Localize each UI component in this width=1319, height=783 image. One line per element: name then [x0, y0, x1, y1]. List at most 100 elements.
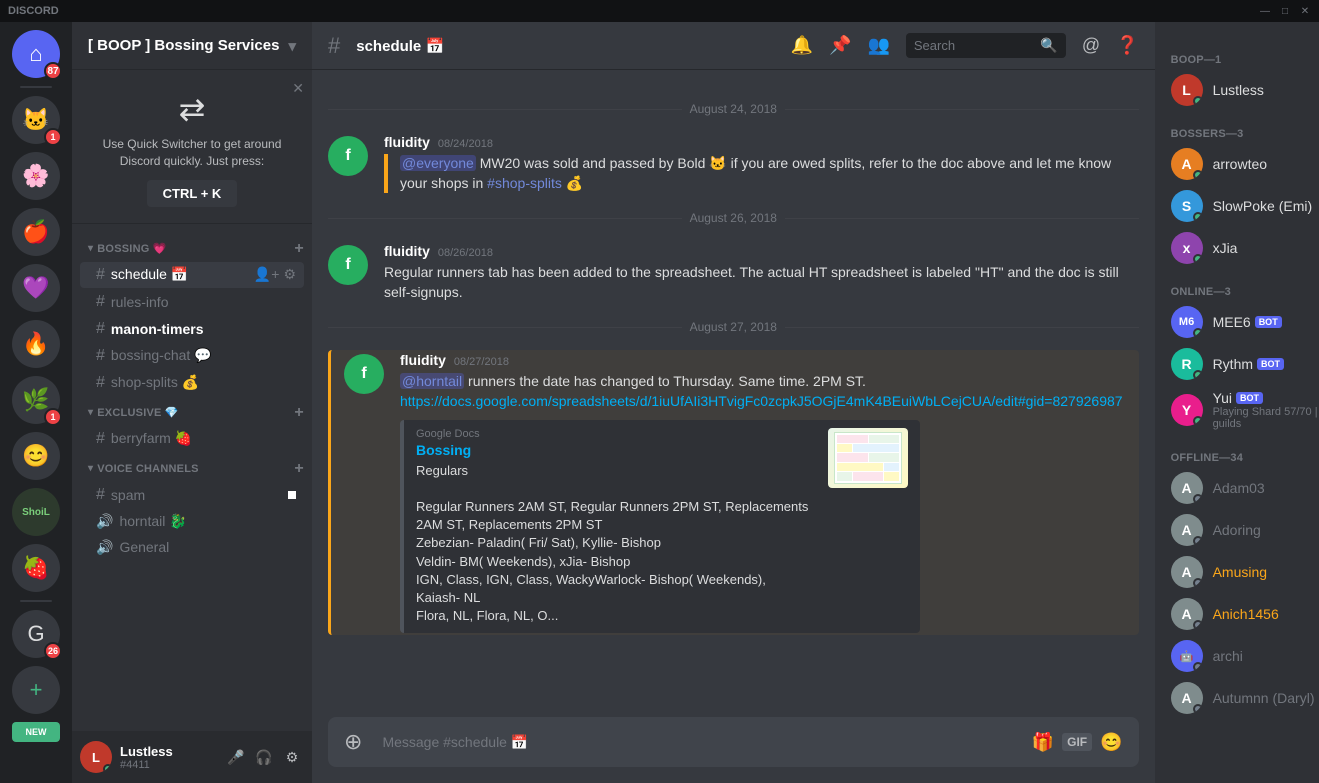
search-bar[interactable]: 🔍: [906, 33, 1066, 58]
member-avatar-rythm: R: [1171, 348, 1203, 380]
category-chevron-exclusive: ▾: [88, 407, 93, 418]
member-xjia[interactable]: x xJia: [1163, 228, 1319, 268]
member-arrowteo[interactable]: A arrowteo: [1163, 144, 1319, 184]
gif-button[interactable]: GIF: [1062, 733, 1092, 751]
unread-indicator: [288, 491, 296, 499]
qs-close-button[interactable]: ✕: [292, 80, 304, 97]
server-icon-6[interactable]: 🌿 1: [12, 376, 60, 424]
status-dot: [1193, 662, 1203, 672]
mic-button[interactable]: 🎤: [224, 745, 248, 769]
member-adoring[interactable]: A Adoring: [1163, 510, 1319, 550]
member-autumnn[interactable]: A Autumnn (Daryl): [1163, 678, 1319, 718]
user-status-dot: [103, 764, 112, 773]
help-icon[interactable]: ❓: [1116, 35, 1138, 56]
headset-button[interactable]: 🎧: [252, 745, 276, 769]
channel-bossing-chat[interactable]: # bossing-chat 💬: [80, 343, 304, 369]
server-icon-4[interactable]: 💜: [12, 264, 60, 312]
member-adam03[interactable]: A Adam03: [1163, 468, 1319, 508]
minimize-button[interactable]: —: [1259, 5, 1271, 17]
add-server-button[interactable]: +: [12, 666, 60, 714]
close-button[interactable]: ✕: [1299, 5, 1311, 17]
channel-name-header: schedule 📅: [356, 37, 444, 55]
member-slowpoke[interactable]: S SlowPoke (Emi) 📱: [1163, 186, 1319, 226]
server-icon-7[interactable]: 😊: [12, 432, 60, 480]
category-exclusive-header[interactable]: ▾ EXCLUSIVE 💎 +: [72, 400, 312, 426]
server-icon-10[interactable]: G 26: [12, 610, 60, 658]
server-icon-9[interactable]: 🍓: [12, 544, 60, 592]
search-input[interactable]: [914, 38, 1037, 53]
members-sidebar: BOOP—1 L Lustless BOSSERS—3 A arrowteo S…: [1155, 22, 1319, 783]
add-user-icon[interactable]: 👤+: [254, 266, 280, 283]
members-icon[interactable]: 👥: [867, 35, 889, 56]
category-chevron-voice: ▾: [88, 463, 93, 474]
user-panel: L Lustless #4411 🎤 🎧 ⚙: [72, 731, 312, 783]
channel-shop-splits[interactable]: # shop-splits 💰: [80, 370, 304, 396]
channel-manon-timers-label: manon-timers: [111, 321, 204, 337]
member-avatar-xjia: x: [1171, 232, 1203, 264]
maximize-button[interactable]: □: [1279, 5, 1291, 17]
member-info-yui: Yui BOT Playing Shard 57/70 | 1,983 guil…: [1213, 390, 1319, 430]
msg-content-1: fluidity 08/24/2018 @everyone MW20 was s…: [384, 134, 1139, 193]
member-name-arrowteo: arrowteo: [1213, 156, 1267, 172]
category-exclusive-add[interactable]: +: [294, 404, 304, 422]
member-name-adoring: Adoring: [1213, 522, 1261, 538]
member-amusing[interactable]: A Amusing: [1163, 552, 1319, 592]
add-attachment-button[interactable]: ⊕: [344, 717, 374, 767]
member-name-row-rythm: Rythm BOT: [1213, 356, 1319, 372]
channel-manon-timers[interactable]: # manon-timers: [80, 316, 304, 342]
voice-channel-horntail[interactable]: 🔊 horntail 🐉: [80, 509, 304, 534]
msg-avatar-1: f: [328, 136, 368, 176]
status-online-dot: [1193, 96, 1203, 106]
server-name-bar[interactable]: [ BOOP ] Bossing Services ▾: [72, 22, 312, 70]
pin-icon[interactable]: 📌: [829, 35, 851, 56]
member-yui[interactable]: Y Yui BOT Playing Shard 57/70 | 1,983 gu…: [1163, 386, 1319, 434]
settings-icon[interactable]: ⚙: [283, 266, 296, 283]
server-icon-2[interactable]: 🌸: [12, 152, 60, 200]
server-name-chevron: ▾: [288, 37, 296, 55]
member-avatar-lustless: L: [1171, 74, 1203, 106]
status-dot: [1193, 494, 1203, 504]
message-input[interactable]: [374, 722, 1031, 762]
status-dot: [1193, 328, 1203, 338]
category-exclusive: ▾ EXCLUSIVE 💎 + # berryfarm 🍓: [72, 400, 312, 452]
member-lustless[interactable]: L Lustless: [1163, 70, 1319, 110]
channel-hash-icon: #: [96, 320, 105, 338]
msg-link-spreadsheet[interactable]: https://docs.google.com/spreadsheets/d/1…: [400, 393, 1123, 409]
server-icon-1[interactable]: 🐱 1: [12, 96, 60, 144]
gift-icon[interactable]: 🎁: [1032, 732, 1054, 753]
member-name-anich1456: Anich1456: [1213, 606, 1279, 622]
category-voice-add[interactable]: +: [294, 460, 304, 478]
member-avatar-yui: Y: [1171, 394, 1203, 426]
msg-timestamp-3: 08/27/2018: [454, 356, 509, 368]
member-name-adam03: Adam03: [1213, 480, 1265, 496]
bell-icon[interactable]: 🔔: [791, 35, 813, 56]
server-icon-5[interactable]: 🔥: [12, 320, 60, 368]
category-bossing-header[interactable]: ▾ BOSSING 💗 +: [72, 236, 312, 262]
msg-channel-shop-splits[interactable]: #shop-splits: [487, 175, 562, 191]
voice-channel-general[interactable]: 🔊 General: [80, 535, 304, 560]
member-mee6[interactable]: M6 MEE6 BOT: [1163, 302, 1319, 342]
settings-button[interactable]: ⚙: [280, 745, 304, 769]
home-server-icon[interactable]: ⌂ 87: [12, 30, 60, 78]
category-offline: OFFLINE—34: [1163, 444, 1319, 468]
yui-status-text: Playing Shard 57/70 | 1,983 guilds: [1213, 406, 1319, 430]
server-icon-3[interactable]: 🍎: [12, 208, 60, 256]
member-archi[interactable]: 🤖 archi: [1163, 636, 1319, 676]
member-anich1456[interactable]: A Anich1456: [1163, 594, 1319, 634]
embed-title[interactable]: Bossing: [416, 442, 816, 458]
category-bossing-add[interactable]: +: [294, 240, 304, 258]
search-icon: 🔍: [1040, 37, 1057, 54]
at-icon[interactable]: @: [1082, 35, 1100, 56]
server-icon-8[interactable]: ShoiL: [12, 488, 60, 536]
channel-spam[interactable]: # spam: [80, 482, 304, 508]
channel-rules-info[interactable]: # rules-info: [80, 289, 304, 315]
member-rythm[interactable]: R Rythm BOT: [1163, 344, 1319, 384]
channel-bossing-chat-label: bossing-chat 💬: [111, 347, 212, 364]
channel-schedule[interactable]: # schedule 📅 👤+ ⚙: [80, 262, 304, 288]
emoji-button[interactable]: 😊: [1100, 732, 1122, 753]
category-voice-header[interactable]: ▾ VOICE CHANNELS +: [72, 456, 312, 482]
member-avatar-adam03: A: [1171, 472, 1203, 504]
channel-berryfarm[interactable]: # berryfarm 🍓: [80, 426, 304, 452]
member-avatar-adoring: A: [1171, 514, 1203, 546]
channel-hash-icon: #: [96, 347, 105, 365]
